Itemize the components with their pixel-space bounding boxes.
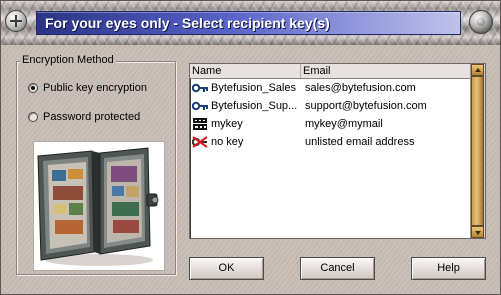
key-rows: Bytefusion_Sales sales@bytefusion.com By… [190, 79, 471, 151]
ok-button[interactable]: OK [189, 257, 264, 280]
scroll-down-icon[interactable] [471, 226, 484, 238]
help-button[interactable]: Help [411, 257, 486, 280]
scroll-up-icon[interactable] [471, 64, 484, 76]
column-header-name[interactable]: Name [190, 64, 301, 78]
radio-public-key-label: Public key encryption [43, 82, 147, 94]
list-header: Name Email [190, 64, 471, 79]
radio-password-label: Password protected [43, 111, 141, 123]
title-strip: For your eyes only - Select recipient ke… [36, 11, 461, 35]
key-name: Bytefusion_Sup... [211, 100, 298, 112]
key-email: support@bytefusion.com [305, 100, 427, 112]
key-name-cell: mykey [190, 118, 305, 130]
key-email: unlisted email address [305, 136, 415, 148]
key-row[interactable]: Bytefusion_Sup... support@bytefusion.com [190, 97, 471, 115]
key-name: no key [211, 136, 244, 148]
binder-image [37, 147, 159, 266]
key-name: mykey [211, 118, 243, 130]
close-icon[interactable] [5, 10, 27, 32]
radio-password[interactable]: Password protected [28, 109, 140, 125]
key-row[interactable]: Bytefusion_Sales sales@bytefusion.com [190, 79, 471, 97]
window-knob-icon[interactable] [469, 10, 493, 34]
encryption-method-label: Encryption Method [20, 54, 116, 66]
cancel-button[interactable]: Cancel [300, 257, 375, 280]
scroll-thumb[interactable] [471, 76, 484, 226]
key-row[interactable]: no key unlisted email address [190, 133, 471, 151]
title-bar: For your eyes only - Select recipient ke… [1, 1, 500, 45]
column-header-email[interactable]: Email [301, 64, 471, 78]
recipient-key-list[interactable]: Name Email Bytefusion_Sales sales@bytefu… [189, 63, 486, 239]
key-name-cell: no key [190, 136, 305, 148]
radio-icon-checked[interactable] [28, 83, 38, 93]
key-email: mykey@mymail [305, 118, 383, 130]
key-icon [192, 83, 208, 93]
no-key-icon [192, 136, 208, 148]
key-icon [192, 101, 208, 111]
key-row[interactable]: mykey mykey@mymail [190, 115, 471, 133]
openpgp-icon [193, 118, 207, 130]
window-title: For your eyes only - Select recipient ke… [45, 15, 330, 31]
key-name: Bytefusion_Sales [211, 82, 296, 94]
list-scrollbar[interactable] [470, 64, 485, 238]
radio-public-key[interactable]: Public key encryption [28, 80, 147, 96]
radio-icon[interactable] [28, 112, 38, 122]
key-name-cell: Bytefusion_Sup... [190, 100, 305, 112]
dialog-window: For your eyes only - Select recipient ke… [0, 0, 501, 295]
key-email: sales@bytefusion.com [305, 82, 416, 94]
key-name-cell: Bytefusion_Sales [190, 82, 305, 94]
binder-illustration [33, 141, 165, 271]
